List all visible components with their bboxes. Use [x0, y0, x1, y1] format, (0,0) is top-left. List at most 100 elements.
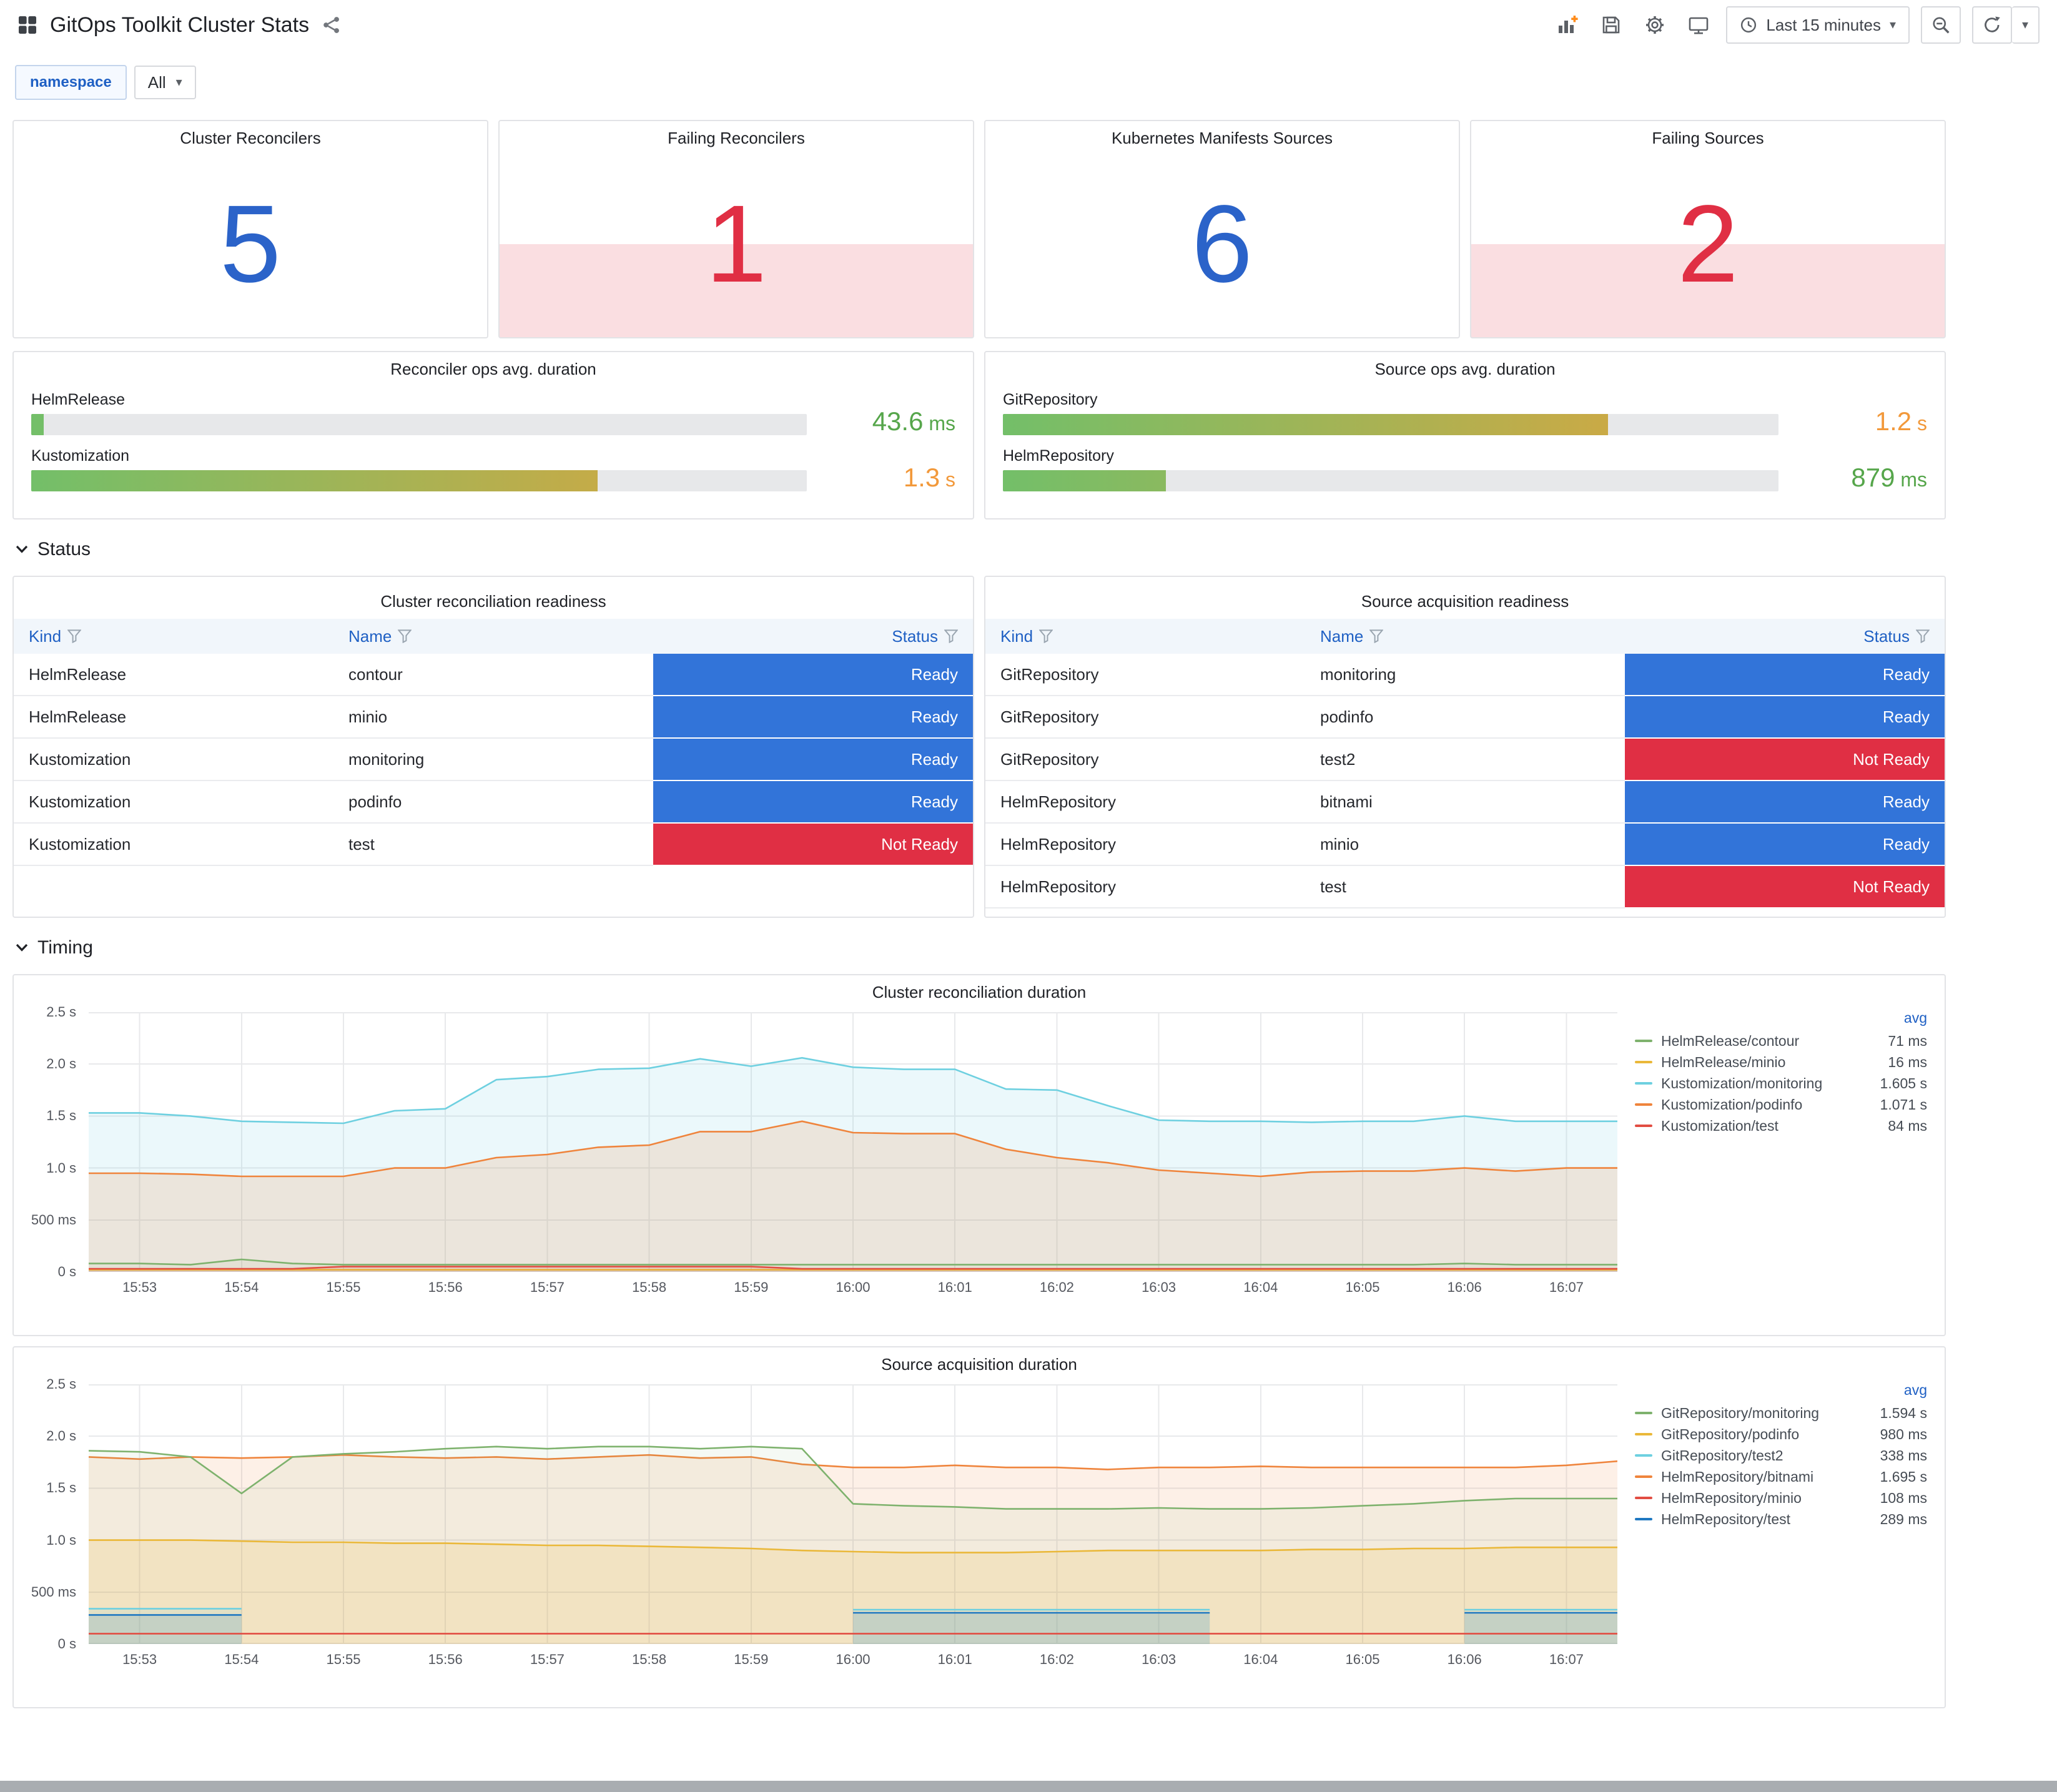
refresh-interval-caret[interactable]: ▾ — [2012, 6, 2040, 44]
stat-panel-cluster-reconcilers: Cluster Reconcilers 5 — [12, 120, 488, 338]
filter-funnel-icon[interactable] — [398, 629, 412, 643]
column-header-kind[interactable]: Kind — [14, 619, 333, 654]
cell-name: podinfo — [333, 780, 653, 824]
stat-panel-failing-sources: Failing Sources 2 — [1470, 120, 1946, 338]
cycle-view-icon[interactable] — [1682, 9, 1715, 41]
legend-avg-header[interactable]: avg — [1635, 1010, 1930, 1026]
panel-title[interactable]: Source ops avg. duration — [1003, 352, 1927, 379]
panel-title[interactable]: Source acquisition readiness — [985, 584, 1945, 611]
zoom-out-icon[interactable] — [1921, 6, 1961, 44]
panel-title[interactable]: Kubernetes Manifests Sources — [985, 121, 1459, 148]
share-icon[interactable] — [322, 16, 340, 34]
column-header-name[interactable]: Name — [333, 619, 653, 654]
apps-grid-icon[interactable] — [17, 15, 37, 35]
filter-funnel-icon[interactable] — [1369, 629, 1384, 643]
variable-label: namespace — [15, 65, 127, 100]
legend-avg-value: 108 ms — [1880, 1489, 1927, 1506]
x-axis-label: 16:01 — [937, 1279, 972, 1295]
legend-item[interactable]: Kustomization/podinfo 1.071 s — [1635, 1094, 1930, 1115]
plot-canvas[interactable] — [89, 1384, 1617, 1644]
chevron-down-icon: ▾ — [1889, 18, 1896, 32]
cell-kind: GitRepository — [985, 696, 1305, 739]
legend-item[interactable]: GitRepository/test2 338 ms — [1635, 1445, 1930, 1466]
legend-series-name: Kustomization/monitoring — [1661, 1075, 1823, 1091]
time-range-picker[interactable]: Last 15 minutes ▾ — [1726, 6, 1910, 44]
stat-panel-kubernetes-manifests-sources: Kubernetes Manifests Sources 6 — [984, 120, 1460, 338]
plot-canvas[interactable] — [89, 1012, 1617, 1272]
variable-value-dropdown[interactable]: All ▾ — [134, 66, 196, 99]
status-badge: Ready — [653, 654, 973, 695]
cell-status: Not Ready — [1625, 865, 1945, 908]
filter-funnel-icon[interactable] — [1916, 629, 1930, 643]
settings-gear-icon[interactable] — [1639, 9, 1671, 41]
x-axis-label: 16:06 — [1447, 1652, 1482, 1667]
legend-series-name: HelmRepository/test — [1661, 1510, 1791, 1527]
column-header-kind[interactable]: Kind — [985, 619, 1305, 654]
legend-swatch — [1635, 1433, 1652, 1435]
panel-title[interactable]: Cluster Reconcilers — [14, 121, 487, 148]
legend-series-name: HelmRelease/contour — [1661, 1032, 1800, 1049]
add-panel-icon[interactable] — [1551, 9, 1584, 41]
legend-item[interactable]: HelmRelease/contour 71 ms — [1635, 1030, 1930, 1051]
legend-swatch — [1635, 1040, 1652, 1042]
section-title: Timing — [37, 937, 93, 958]
status-badge: Ready — [1625, 781, 1945, 822]
legend-item[interactable]: HelmRelease/minio 16 ms — [1635, 1051, 1930, 1073]
x-axis-label: 16:07 — [1549, 1652, 1584, 1667]
x-axis-label: 15:55 — [326, 1652, 361, 1667]
panel-title[interactable]: Reconciler ops avg. duration — [31, 352, 955, 379]
legend-item[interactable]: Kustomization/monitoring 1.605 s — [1635, 1073, 1930, 1094]
panel-title[interactable]: Failing Reconcilers — [500, 121, 973, 148]
gauge-bar — [31, 414, 44, 435]
bottom-row-edge — [0, 1781, 2057, 1792]
tables-row: Cluster reconciliation readiness Kind Nam… — [12, 576, 1946, 918]
y-axis-label: 1.0 s — [46, 1159, 76, 1176]
legend-item[interactable]: GitRepository/monitoring 1.594 s — [1635, 1402, 1930, 1424]
legend-avg-value: 1.605 s — [1880, 1075, 1927, 1091]
gauge-value: 1.2 s — [1875, 406, 1927, 436]
x-axis-label: 16:07 — [1549, 1279, 1584, 1295]
legend-swatch — [1635, 1082, 1652, 1085]
cell-kind: Kustomization — [14, 738, 333, 781]
row-toggle-timing[interactable]: Timing — [15, 933, 1946, 963]
legend-avg-value: 1.071 s — [1880, 1096, 1927, 1113]
save-icon[interactable] — [1595, 9, 1627, 41]
panel-title[interactable]: Cluster reconciliation duration — [29, 975, 1930, 1002]
panel-title[interactable]: Failing Sources — [1471, 121, 1945, 148]
timeseries-plot: 0 s 500 ms 1.0 s 1.5 s 2.0 s 2.5 s 15:53 15:54… — [29, 1005, 1617, 1302]
panel-title[interactable]: Source acquisition duration — [29, 1347, 1930, 1374]
x-axis-label: 16:03 — [1142, 1279, 1176, 1295]
status-badge: Not Ready — [1625, 866, 1945, 907]
column-header-status[interactable]: Status — [1625, 619, 1945, 654]
x-axis-label: 15:53 — [122, 1652, 157, 1667]
gauges-row: Reconciler ops avg. duration HelmRelease… — [12, 351, 1946, 519]
filter-funnel-icon[interactable] — [944, 629, 958, 643]
legend-avg-value: 84 ms — [1888, 1117, 1927, 1134]
panel-title[interactable]: Cluster reconciliation readiness — [14, 584, 973, 611]
chevron-down-icon: ▾ — [175, 76, 182, 89]
legend-item[interactable]: Kustomization/test 84 ms — [1635, 1115, 1930, 1136]
column-header-status[interactable]: Status — [653, 619, 973, 654]
filter-funnel-icon[interactable] — [67, 629, 82, 643]
panel-source-acquisition-duration: Source acquisition duration 0 s 500 ms 1.0… — [12, 1346, 1946, 1708]
column-header-name[interactable]: Name — [1305, 619, 1625, 654]
legend-item[interactable]: GitRepository/podinfo 980 ms — [1635, 1424, 1930, 1445]
cell-status: Not Ready — [1625, 738, 1945, 781]
legend-item[interactable]: HelmRepository/test 289 ms — [1635, 1509, 1930, 1530]
legend-avg-header[interactable]: avg — [1635, 1382, 1930, 1399]
legend-series-name: HelmRelease/minio — [1661, 1053, 1786, 1070]
panel-cluster-reconciliation-readiness: Cluster reconciliation readiness Kind Nam… — [12, 576, 974, 918]
readiness-table: Kind Name Status HelmRelease contour Ready He… — [14, 619, 973, 866]
row-toggle-status[interactable]: Status — [15, 534, 1946, 564]
refresh-icon[interactable] — [1972, 6, 2012, 44]
y-axis-label: 1.0 s — [46, 1532, 76, 1548]
x-axis-label: 15:56 — [428, 1652, 463, 1667]
panel-reconciler-ops-avg-duration: Reconciler ops avg. duration HelmRelease… — [12, 351, 974, 519]
legend-item[interactable]: HelmRepository/minio 108 ms — [1635, 1487, 1930, 1509]
filter-funnel-icon[interactable] — [1039, 629, 1053, 643]
y-axis-label: 2.5 s — [46, 1004, 76, 1020]
stat-value: 2 — [1677, 183, 1739, 306]
legend-item[interactable]: HelmRepository/bitnami 1.695 s — [1635, 1466, 1930, 1487]
table-row: HelmRepository bitnami Ready — [985, 780, 1945, 824]
gauge-track — [1003, 470, 1778, 491]
